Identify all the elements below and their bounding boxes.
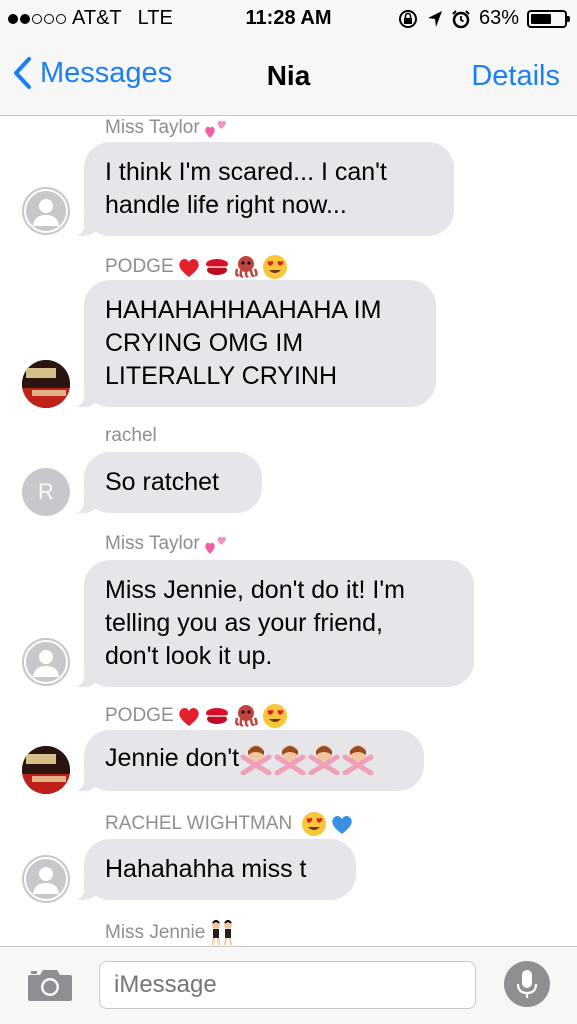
heart-eyes-emoji <box>302 812 327 836</box>
sender-name: PODGE <box>105 703 288 729</box>
sender-name: rachel <box>105 425 157 446</box>
kiss-mark-emoji <box>205 708 228 724</box>
imessage-input[interactable] <box>99 961 476 1009</box>
microphone-icon <box>516 970 538 998</box>
default-avatar-icon <box>22 855 70 903</box>
message-text-line: CRYING OMG IM <box>105 329 304 357</box>
red-heart-emoji <box>178 259 199 277</box>
microphone-button[interactable] <box>504 961 550 1007</box>
message-text-line: HAHAHAHHAAHAHA IM <box>105 296 382 324</box>
message-text-line: Miss Jennie, don't do it! I'm <box>105 576 405 604</box>
message-text-line: LITERALLY CRYINH <box>105 362 338 390</box>
sender-name: Miss Jennie <box>105 920 236 946</box>
message-bubble[interactable]: Miss Jennie, don't do it! I'm telling yo… <box>74 560 474 687</box>
sender-name: RACHEL WIGHTMAN <box>105 811 354 837</box>
message-text-line: telling you as your friend, <box>105 609 383 637</box>
avatar[interactable] <box>22 187 70 235</box>
kiss-mark-emoji <box>205 259 228 275</box>
alarm-icon <box>452 9 470 28</box>
battery-percent: 63% <box>478 7 519 29</box>
message-thread[interactable]: Miss Taylor I think I'm scared... I can'… <box>0 116 577 946</box>
camera-icon[interactable] <box>26 967 74 1003</box>
avatar[interactable] <box>22 855 70 903</box>
avatar[interactable] <box>22 360 70 408</box>
details-button[interactable]: Details <box>471 60 560 93</box>
avatar[interactable]: R <box>22 468 70 516</box>
rotation-lock-icon <box>398 9 417 28</box>
sender-name: Miss Taylor <box>105 116 229 140</box>
avatar[interactable] <box>22 746 70 794</box>
location-arrow-icon <box>427 10 442 27</box>
heart-eyes-emoji <box>262 704 287 728</box>
message-text-line: I think I'm scared... I can't <box>105 158 387 186</box>
message-bubble[interactable]: Hahahahha miss t <box>74 839 356 900</box>
two-hearts-emoji <box>204 536 226 554</box>
status-bar: AT&T LTE 11:28 AM 63% <box>0 0 577 38</box>
message-text-line: handle life right now... <box>105 191 347 219</box>
navigation-bar: Messages Nia Details <box>0 38 577 116</box>
default-avatar-icon <box>22 638 70 686</box>
message-text-line: So ratchet <box>105 468 219 496</box>
message-bubble[interactable]: HAHAHAHHAAHAHA IM CRYING OMG IM LITERALL… <box>74 280 436 407</box>
battery-icon <box>527 9 570 28</box>
sender-name: PODGE <box>105 254 288 280</box>
octopus-emoji <box>234 256 258 278</box>
status-right: 63% <box>397 7 570 30</box>
dancers-emoji <box>212 920 233 946</box>
message-bubble[interactable]: So ratchet <box>74 452 262 513</box>
octopus-emoji <box>234 705 258 727</box>
sender-name: Miss Taylor <box>105 532 229 556</box>
message-text-line: Jennie don't <box>105 744 240 772</box>
no-gesture-emoji <box>342 745 374 776</box>
two-hearts-emoji <box>204 120 226 138</box>
no-gesture-emoji <box>308 745 340 776</box>
red-heart-emoji <box>178 708 199 726</box>
heart-eyes-emoji <box>262 255 287 279</box>
default-avatar-icon <box>22 187 70 235</box>
message-bubble[interactable]: I think I'm scared... I can't handle lif… <box>74 142 454 236</box>
message-bubble[interactable]: Jennie don't <box>74 730 424 792</box>
blue-heart-emoji <box>332 816 352 834</box>
no-gesture-emoji <box>274 745 306 776</box>
no-gesture-emoji <box>240 745 272 776</box>
avatar-photo <box>22 746 70 794</box>
message-input-bar <box>0 946 577 1024</box>
message-text-line: don't look it up. <box>105 642 273 670</box>
message-text-line: Hahahahha miss t <box>105 855 307 883</box>
avatar-photo <box>22 360 70 408</box>
avatar[interactable] <box>22 638 70 686</box>
